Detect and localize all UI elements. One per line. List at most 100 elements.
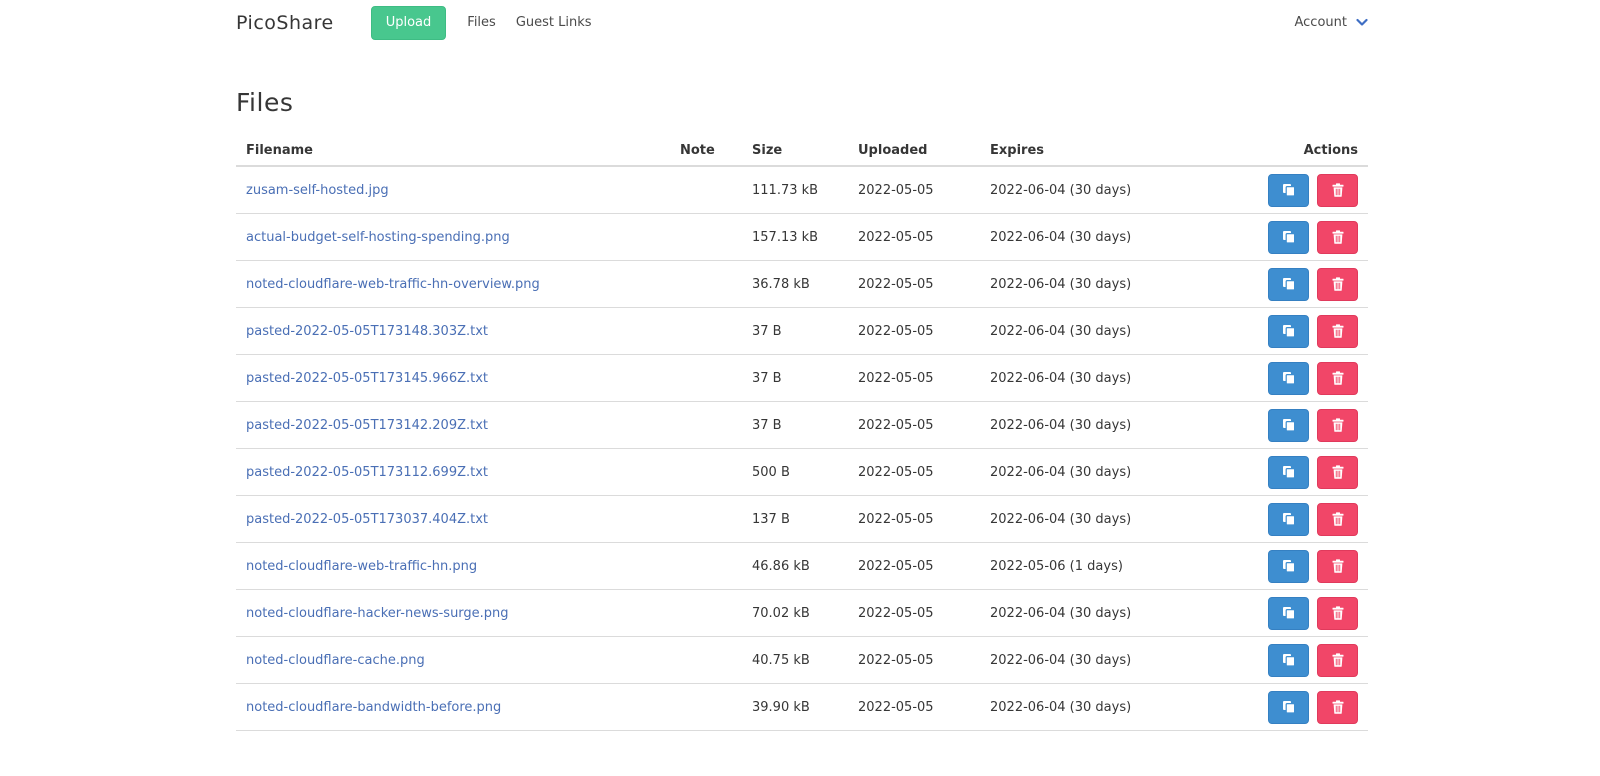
uploaded-cell: 2022-05-05	[848, 448, 980, 496]
filename-cell: zusam-self-hosted.jpg	[236, 166, 670, 214]
filename-cell: noted-cloudflare-hacker-news-surge.png	[236, 589, 670, 637]
trash-icon	[1332, 700, 1343, 714]
filename-link[interactable]: zusam-self-hosted.jpg	[246, 183, 389, 198]
expires-cell: 2022-06-04 (30 days)	[980, 260, 1200, 308]
delete-button[interactable]	[1317, 220, 1358, 254]
copy-link-button[interactable]	[1268, 596, 1309, 630]
filename-link[interactable]: noted-cloudflare-web-traffic-hn.png	[246, 559, 477, 574]
expires-cell: 2022-06-04 (30 days)	[980, 401, 1200, 449]
table-row: noted-cloudflare-web-traffic-hn.png 46.8…	[236, 542, 1368, 590]
actions-cell	[1200, 307, 1368, 355]
delete-button[interactable]	[1317, 690, 1358, 724]
delete-button[interactable]	[1317, 455, 1358, 489]
trash-icon	[1332, 230, 1343, 244]
size-cell: 36.78 kB	[742, 260, 848, 308]
expires-cell: 2022-06-04 (30 days)	[980, 683, 1200, 731]
brand-logo[interactable]: PicoShare	[236, 12, 334, 34]
filename-link[interactable]: noted-cloudflare-web-traffic-hn-overview…	[246, 277, 540, 292]
uploaded-cell: 2022-05-05	[848, 636, 980, 684]
nav-files-link[interactable]: Files	[467, 15, 496, 30]
expires-cell: 2022-06-04 (30 days)	[980, 213, 1200, 261]
copy-icon	[1282, 466, 1295, 479]
note-cell	[670, 260, 742, 308]
filename-cell: noted-cloudflare-web-traffic-hn.png	[236, 542, 670, 590]
filename-cell: pasted-2022-05-05T173142.209Z.txt	[236, 401, 670, 449]
copy-link-button[interactable]	[1268, 408, 1309, 442]
delete-button[interactable]	[1317, 267, 1358, 301]
header-actions: Actions	[1200, 135, 1368, 167]
expires-cell: 2022-06-04 (30 days)	[980, 354, 1200, 402]
delete-button[interactable]	[1317, 549, 1358, 583]
table-row: noted-cloudflare-cache.png 40.75 kB 2022…	[236, 636, 1368, 684]
copy-link-button[interactable]	[1268, 173, 1309, 207]
filename-link[interactable]: pasted-2022-05-05T173112.699Z.txt	[246, 465, 488, 480]
account-menu[interactable]: Account	[1295, 0, 1369, 45]
upload-button[interactable]: Upload	[370, 5, 447, 40]
uploaded-cell: 2022-05-05	[848, 401, 980, 449]
copy-link-button[interactable]	[1268, 220, 1309, 254]
files-table-header: Filename Note Size Uploaded Expires Acti…	[236, 135, 1368, 167]
files-table-body: zusam-self-hosted.jpg 111.73 kB 2022-05-…	[236, 166, 1368, 731]
note-cell	[670, 166, 742, 214]
filename-link[interactable]: pasted-2022-05-05T173037.404Z.txt	[246, 512, 488, 527]
actions-cell	[1200, 636, 1368, 684]
table-row: pasted-2022-05-05T173112.699Z.txt 500 B …	[236, 448, 1368, 496]
delete-button[interactable]	[1317, 596, 1358, 630]
copy-link-button[interactable]	[1268, 267, 1309, 301]
copy-link-button[interactable]	[1268, 361, 1309, 395]
copy-icon	[1282, 184, 1295, 197]
delete-button[interactable]	[1317, 361, 1358, 395]
delete-button[interactable]	[1317, 643, 1358, 677]
filename-link[interactable]: noted-cloudflare-hacker-news-surge.png	[246, 606, 509, 621]
copy-icon	[1282, 513, 1295, 526]
table-row: noted-cloudflare-hacker-news-surge.png 7…	[236, 589, 1368, 637]
note-cell	[670, 448, 742, 496]
table-row: pasted-2022-05-05T173145.966Z.txt 37 B 2…	[236, 354, 1368, 402]
delete-button[interactable]	[1317, 502, 1358, 536]
size-cell: 157.13 kB	[742, 213, 848, 261]
filename-link[interactable]: noted-cloudflare-cache.png	[246, 653, 425, 668]
delete-button[interactable]	[1317, 408, 1358, 442]
filename-link[interactable]: pasted-2022-05-05T173145.966Z.txt	[246, 371, 488, 386]
uploaded-cell: 2022-05-05	[848, 307, 980, 355]
table-row: pasted-2022-05-05T173148.303Z.txt 37 B 2…	[236, 307, 1368, 355]
trash-icon	[1332, 606, 1343, 620]
copy-link-button[interactable]	[1268, 455, 1309, 489]
delete-button[interactable]	[1317, 314, 1358, 348]
expires-cell: 2022-06-04 (30 days)	[980, 307, 1200, 355]
copy-link-button[interactable]	[1268, 549, 1309, 583]
copy-link-button[interactable]	[1268, 690, 1309, 724]
actions-cell	[1200, 589, 1368, 637]
trash-icon	[1332, 465, 1343, 479]
note-cell	[670, 495, 742, 543]
trash-icon	[1332, 183, 1343, 197]
copy-link-button[interactable]	[1268, 643, 1309, 677]
copy-icon	[1282, 701, 1295, 714]
note-cell	[670, 542, 742, 590]
delete-button[interactable]	[1317, 173, 1358, 207]
page-title: Files	[236, 88, 294, 117]
expires-cell: 2022-06-04 (30 days)	[980, 495, 1200, 543]
copy-link-button[interactable]	[1268, 314, 1309, 348]
filename-link[interactable]: pasted-2022-05-05T173148.303Z.txt	[246, 324, 488, 339]
nav-guest-links-link[interactable]: Guest Links	[516, 15, 592, 30]
uploaded-cell: 2022-05-05	[848, 495, 980, 543]
filename-link[interactable]: noted-cloudflare-bandwidth-before.png	[246, 700, 501, 715]
header-row: Filename Note Size Uploaded Expires Acti…	[236, 135, 1368, 167]
size-cell: 500 B	[742, 448, 848, 496]
size-cell: 70.02 kB	[742, 589, 848, 637]
uploaded-cell: 2022-05-05	[848, 354, 980, 402]
expires-cell: 2022-05-06 (1 days)	[980, 542, 1200, 590]
copy-icon	[1282, 560, 1295, 573]
filename-link[interactable]: actual-budget-self-hosting-spending.png	[246, 230, 510, 245]
filename-link[interactable]: pasted-2022-05-05T173142.209Z.txt	[246, 418, 488, 433]
note-cell	[670, 354, 742, 402]
uploaded-cell: 2022-05-05	[848, 683, 980, 731]
trash-icon	[1332, 371, 1343, 385]
trash-icon	[1332, 277, 1343, 291]
size-cell: 111.73 kB	[742, 166, 848, 214]
uploaded-cell: 2022-05-05	[848, 260, 980, 308]
copy-link-button[interactable]	[1268, 502, 1309, 536]
size-cell: 137 B	[742, 495, 848, 543]
account-label: Account	[1294, 15, 1348, 30]
